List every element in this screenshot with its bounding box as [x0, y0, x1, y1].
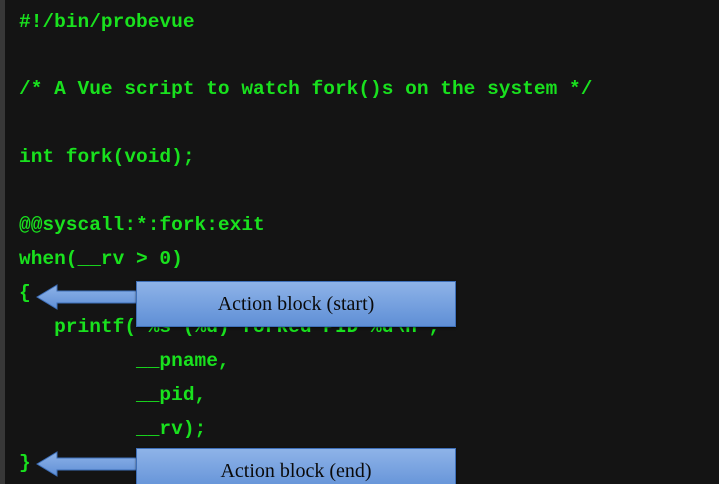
callout-action-block-start: Action block (start)	[136, 281, 456, 327]
code-line-declaration: int fork(void);	[19, 146, 195, 168]
code-line-close-brace: }	[19, 452, 31, 474]
code-line-predicate: when(__rv > 0)	[19, 248, 183, 270]
code-screen: #!/bin/probevue /* A Vue script to watch…	[5, 0, 719, 484]
code-line-comment: /* A Vue script to watch fork()s on the …	[19, 78, 593, 100]
code-line-pname: __pname,	[19, 350, 230, 372]
arrow-left-icon	[36, 284, 148, 310]
callout-action-block-end: Action block (end)	[136, 448, 456, 484]
code-line-probe-spec: @@syscall:*:fork:exit	[19, 214, 265, 236]
arrow-left-icon	[36, 451, 148, 477]
code-line-open-brace: {	[19, 282, 31, 304]
code-line-shebang: #!/bin/probevue	[19, 11, 195, 33]
code-line-rv: __rv);	[19, 418, 207, 440]
code-line-pid: __pid,	[19, 384, 207, 406]
